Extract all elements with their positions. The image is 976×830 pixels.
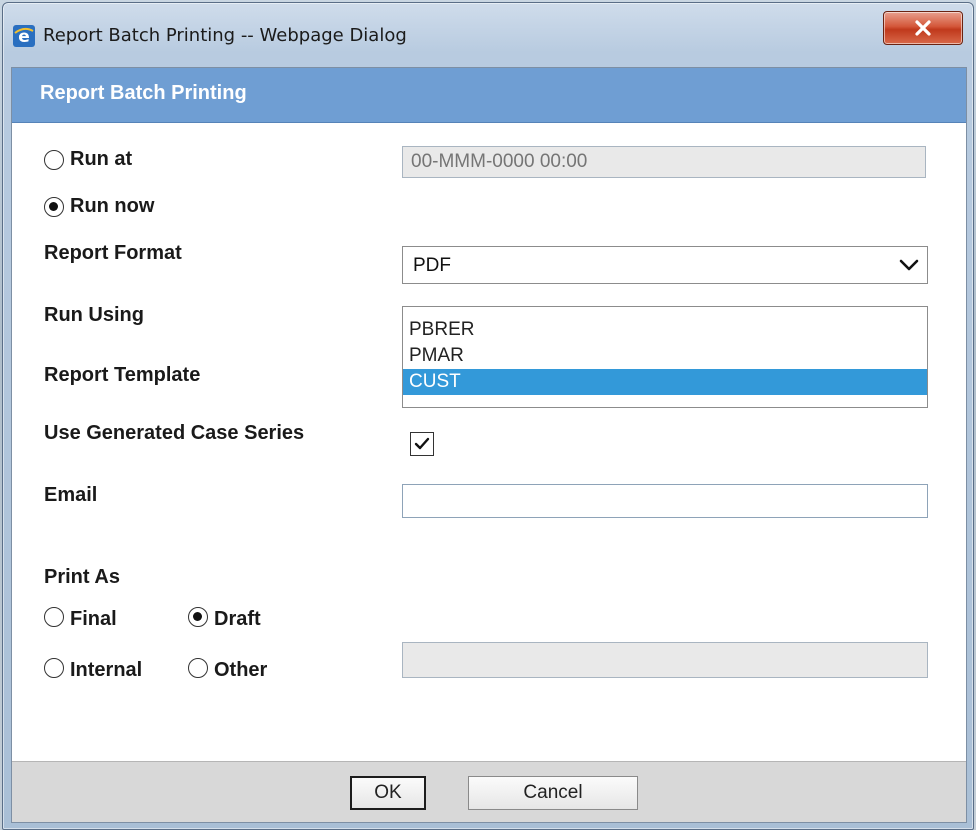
run-now-label: Run now <box>70 195 155 217</box>
print-as-draft-label: Draft <box>214 608 261 630</box>
report-format-value: PDF <box>413 255 451 276</box>
use-generated-label: Use Generated Case Series <box>44 422 305 444</box>
print-as-final-radio[interactable] <box>44 607 64 627</box>
ie-icon: e <box>13 25 35 47</box>
print-as-final-label: Final <box>70 608 117 630</box>
report-format-select[interactable]: PDF <box>402 246 928 284</box>
print-as-other-label: Other <box>214 659 268 681</box>
close-icon <box>915 20 931 36</box>
print-as-draft-radio[interactable] <box>188 607 208 627</box>
print-as-internal-radio[interactable] <box>44 658 64 678</box>
window-title: Report Batch Printing -- Webpage Dialog <box>43 25 407 46</box>
run-at-label: Run at <box>70 148 133 170</box>
ok-button[interactable]: OK <box>350 776 426 810</box>
print-as-other-radio[interactable] <box>188 658 208 678</box>
run-at-datetime-input[interactable] <box>402 146 926 178</box>
dialog-footer: OK Cancel <box>12 761 966 822</box>
chevron-down-icon <box>899 259 919 271</box>
use-generated-checkbox[interactable] <box>410 432 434 456</box>
dialog-window: e Report Batch Printing -- Webpage Dialo… <box>2 2 974 830</box>
close-button[interactable] <box>883 11 963 45</box>
report-format-label: Report Format <box>44 242 182 264</box>
run-using-label: Run Using <box>44 304 144 326</box>
print-as-internal-label: Internal <box>70 659 143 681</box>
run-now-radio[interactable] <box>44 197 64 217</box>
email-input[interactable] <box>402 484 928 518</box>
dialog-header: Report Batch Printing <box>12 68 966 123</box>
print-as-label: Print As <box>44 566 120 588</box>
template-option-pmar[interactable]: PMAR <box>403 343 927 369</box>
cancel-button[interactable]: Cancel <box>468 776 638 810</box>
report-template-label: Report Template <box>44 364 201 386</box>
other-print-as-input[interactable] <box>402 642 928 678</box>
template-option-pbrer[interactable]: PBRER <box>403 317 927 343</box>
checkmark-icon <box>414 437 430 450</box>
title-bar: e Report Batch Printing -- Webpage Dialo… <box>3 3 973 67</box>
run-at-radio[interactable] <box>44 150 64 170</box>
email-label: Email <box>44 484 98 506</box>
dialog-body: Report Batch Printing Run at Run now Rep… <box>11 67 967 823</box>
dialog-heading: Report Batch Printing <box>40 82 247 104</box>
report-template-listbox[interactable]: PBRER PMAR CUST <box>402 306 928 408</box>
template-option-cust[interactable]: CUST <box>403 369 927 395</box>
